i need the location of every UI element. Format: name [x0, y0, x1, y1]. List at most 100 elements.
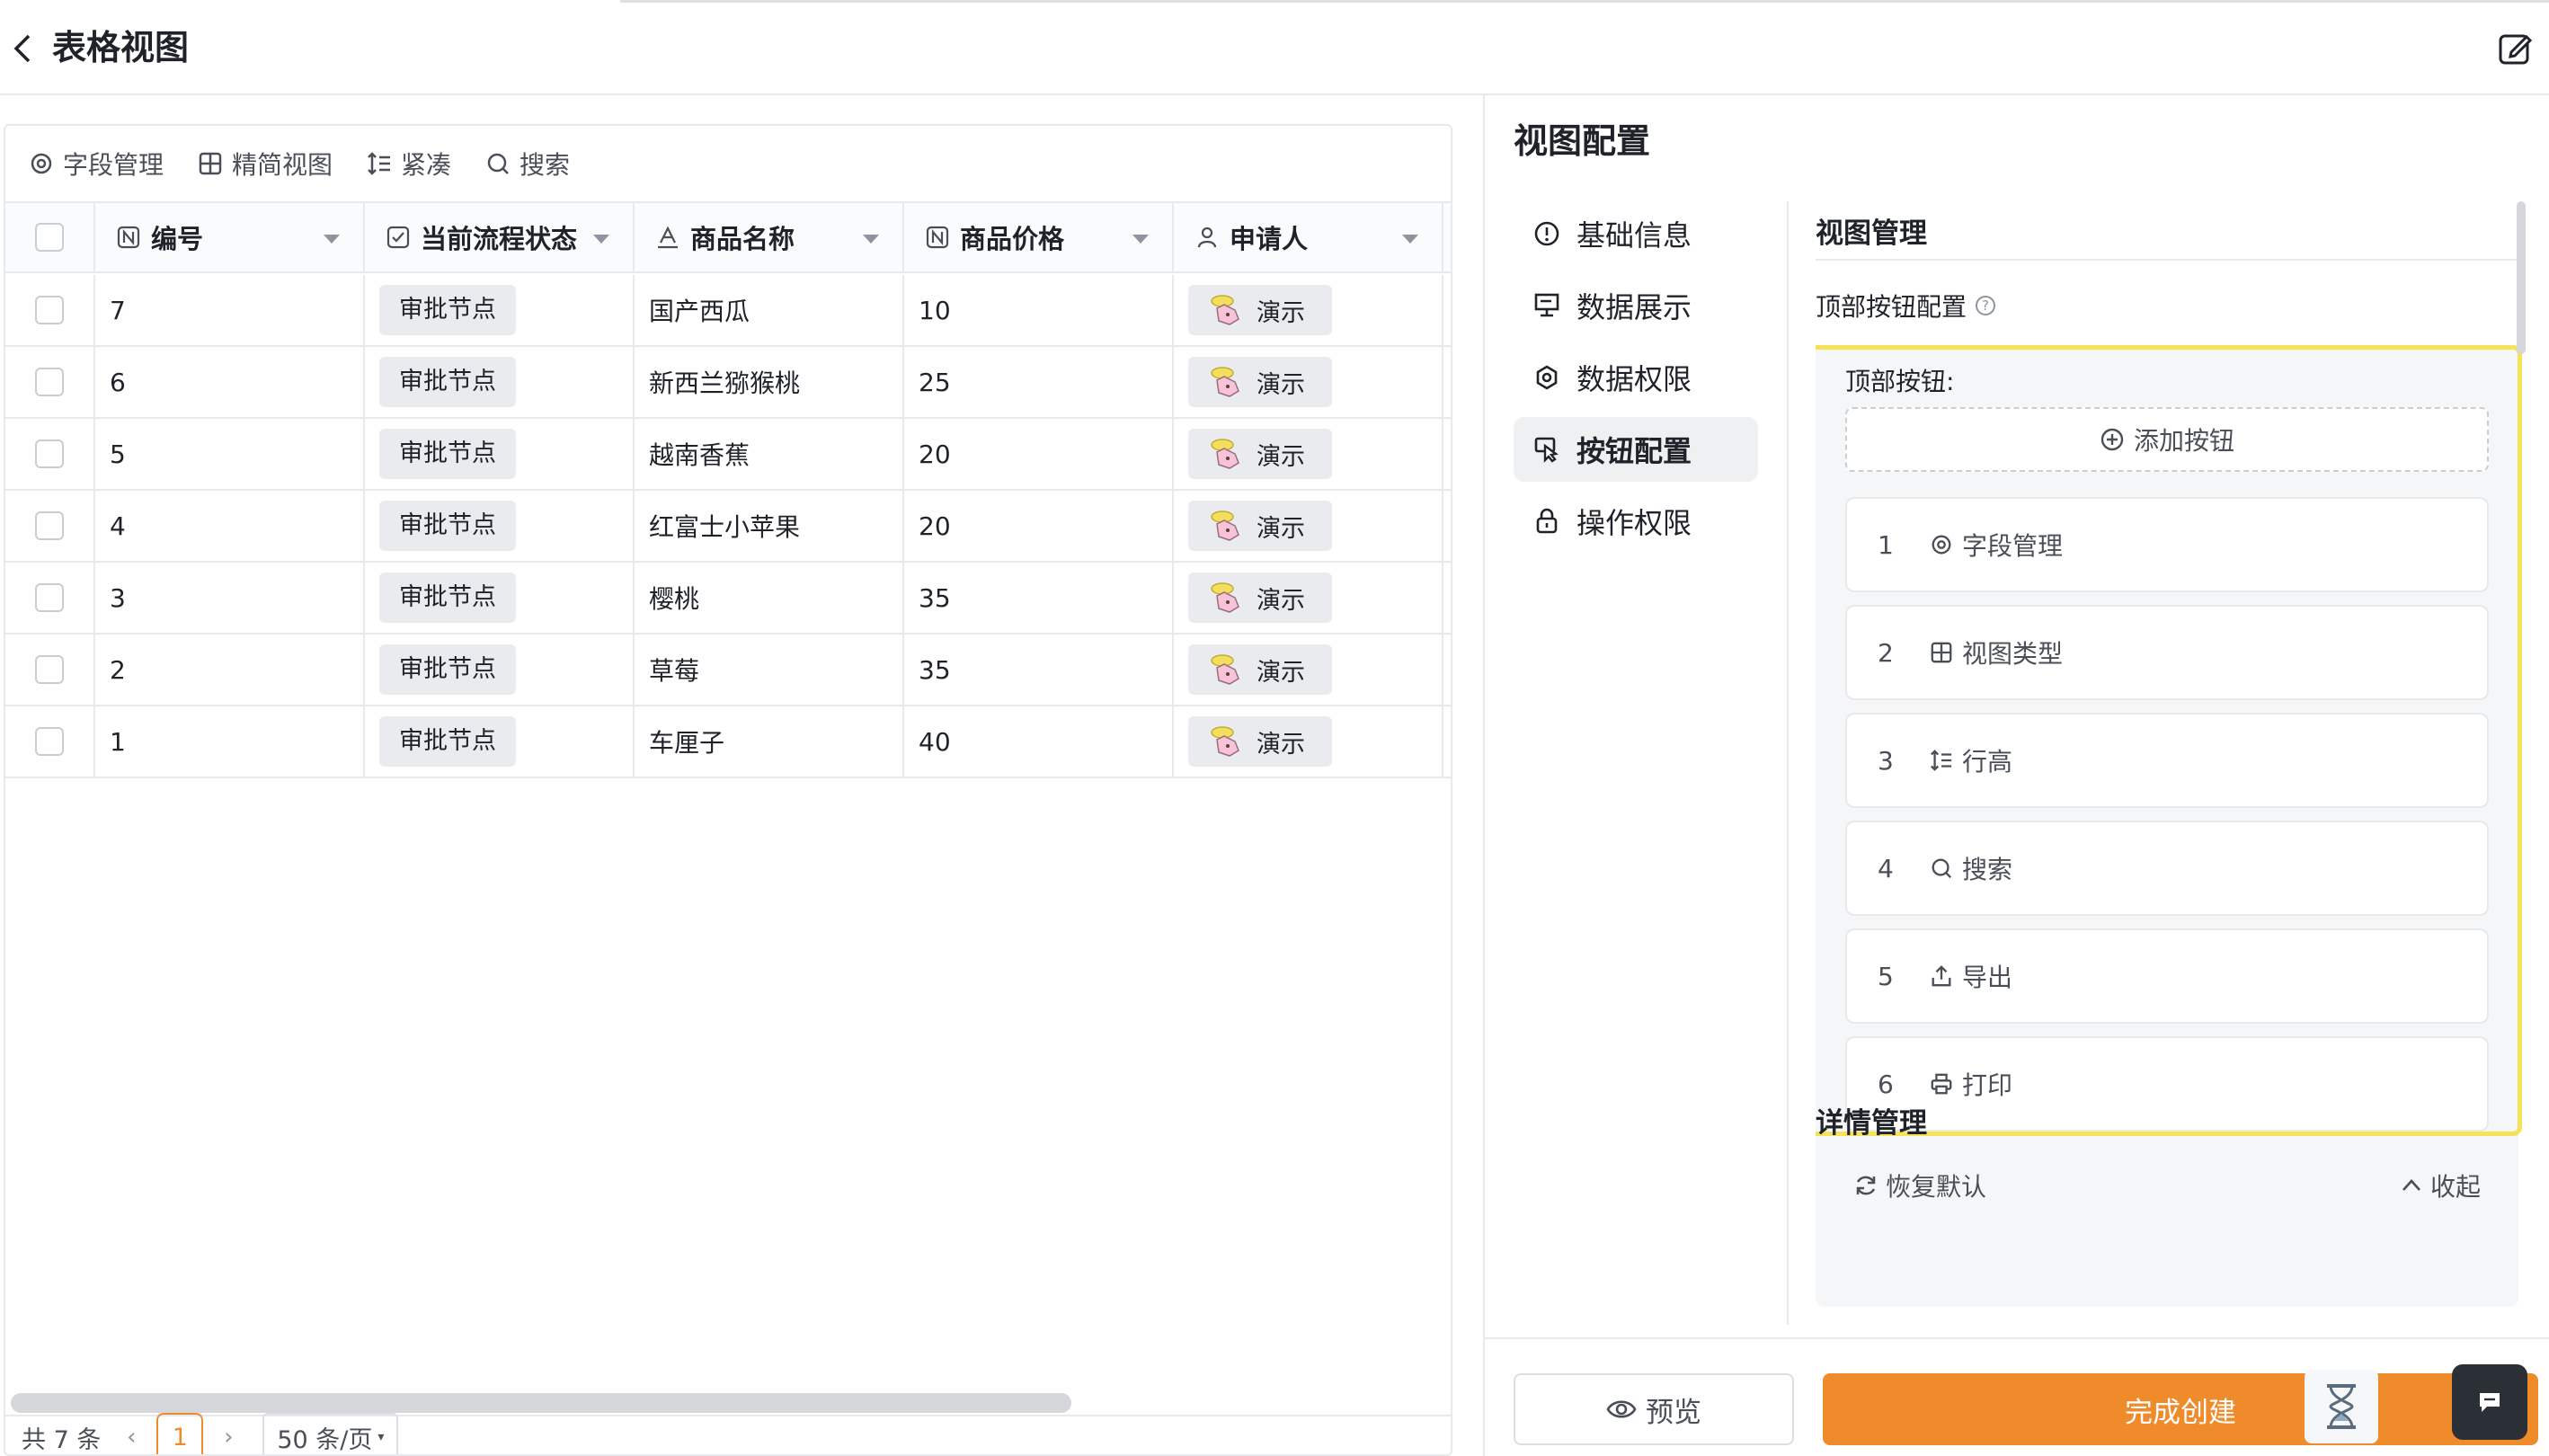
cell-price[interactable]: 10 [904, 275, 1174, 345]
cell-status[interactable]: 审批节点 [365, 275, 635, 345]
table-row[interactable]: 7 审批节点 国产西瓜 10 演示 [5, 275, 1451, 347]
row-checkbox[interactable] [35, 655, 64, 684]
cell-name[interactable]: 越南香蕉 [635, 419, 904, 489]
table-row[interactable]: 4 审批节点 红富士小苹果 20 演示 [5, 491, 1451, 563]
cell-applicant[interactable]: 演示 [1174, 347, 1443, 417]
table-row[interactable]: 2 审批节点 草莓 35 演示 [5, 635, 1451, 706]
nav-button-config[interactable]: 按钮配置 [1514, 417, 1758, 482]
back-icon[interactable] [9, 32, 38, 65]
header-label: 商品名称 [690, 224, 795, 254]
toolbar-search[interactable]: 搜索 [485, 146, 570, 182]
cell-applicant[interactable]: 演示 [1174, 419, 1443, 489]
cell-id[interactable]: 5 [95, 419, 365, 489]
header-applicant[interactable]: 申请人 [1174, 203, 1443, 271]
cell-price[interactable]: 25 [904, 347, 1174, 417]
button-item[interactable]: 3 行高 [1845, 713, 2489, 808]
cell-applicant[interactable]: 演示 [1174, 563, 1443, 633]
cell-name[interactable]: 国产西瓜 [635, 275, 904, 345]
cell-name[interactable]: 草莓 [635, 635, 904, 705]
cell-name[interactable]: 新西兰猕猴桃 [635, 347, 904, 417]
table-row[interactable]: 3 审批节点 樱桃 35 演示 [5, 563, 1451, 635]
collapse-button[interactable]: 收起 [2400, 1167, 2481, 1203]
applicant-chip[interactable]: 演示 [1188, 285, 1332, 335]
button-item[interactable]: 6 打印 [1845, 1036, 2489, 1132]
header-name[interactable]: 商品名称 [635, 203, 904, 271]
cell-status[interactable]: 审批节点 [365, 563, 635, 633]
chat-icon[interactable] [2452, 1364, 2527, 1440]
sort-caret-icon[interactable] [1402, 235, 1418, 244]
nav-data-permission[interactable]: 数据权限 [1514, 345, 1758, 410]
add-button[interactable]: 添加按钮 [1845, 407, 2489, 472]
cell-price[interactable]: 20 [904, 419, 1174, 489]
edit-icon[interactable] [2497, 31, 2533, 67]
prev-page-icon[interactable]: ‹ [119, 1419, 144, 1454]
preview-button[interactable]: 预览 [1514, 1373, 1794, 1445]
cell-price[interactable]: 40 [904, 706, 1174, 777]
row-checkbox[interactable] [35, 296, 64, 324]
cell-applicant[interactable]: 演示 [1174, 275, 1443, 345]
header-id[interactable]: 编号 [95, 203, 365, 271]
cell-status[interactable]: 审批节点 [365, 419, 635, 489]
select-all-checkbox[interactable] [35, 223, 64, 252]
nav-basic-info[interactable]: 基础信息 [1514, 201, 1758, 266]
applicant-chip[interactable]: 演示 [1188, 501, 1332, 551]
cell-name[interactable]: 车厘子 [635, 706, 904, 777]
help-icon[interactable]: ? [1976, 296, 1996, 315]
page-size-select[interactable]: 50 条/页 ▾ [262, 1413, 399, 1454]
cell-price[interactable]: 35 [904, 563, 1174, 633]
row-checkbox[interactable] [35, 511, 64, 540]
cell-applicant[interactable]: 演示 [1174, 635, 1443, 705]
table-row[interactable]: 6 审批节点 新西兰猕猴桃 25 演示 [5, 347, 1451, 419]
cell-id[interactable]: 1 [95, 706, 365, 777]
sort-caret-icon[interactable] [863, 235, 879, 244]
button-item[interactable]: 4 搜索 [1845, 821, 2489, 916]
cell-id[interactable]: 7 [95, 275, 365, 345]
table-row[interactable]: 1 审批节点 车厘子 40 演示 [5, 706, 1451, 778]
cell-name[interactable]: 红富士小苹果 [635, 491, 904, 561]
toolbar-field-manage[interactable]: 字段管理 [29, 146, 164, 182]
toolbar-compact-view[interactable]: 精简视图 [198, 146, 333, 182]
cell-price[interactable]: 20 [904, 491, 1174, 561]
header-price[interactable]: 商品价格 [904, 203, 1174, 271]
table-row[interactable]: 5 审批节点 越南香蕉 20 演示 [5, 419, 1451, 491]
applicant-chip[interactable]: 演示 [1188, 357, 1332, 407]
nav-operation-permission[interactable]: 操作权限 [1514, 489, 1758, 554]
cell-applicant[interactable]: 演示 [1174, 491, 1443, 561]
next-page-icon[interactable]: › [216, 1419, 241, 1454]
cell-id[interactable]: 4 [95, 491, 365, 561]
applicant-chip[interactable]: 演示 [1188, 573, 1332, 623]
applicant-chip[interactable]: 演示 [1188, 716, 1332, 767]
cell-applicant[interactable]: 演示 [1174, 706, 1443, 777]
hourglass-icon[interactable] [2305, 1370, 2378, 1443]
button-item[interactable]: 1 字段管理 [1845, 497, 2489, 592]
avatar-icon [1211, 582, 1239, 613]
row-checkbox[interactable] [35, 368, 64, 396]
sort-caret-icon[interactable] [324, 235, 340, 244]
cell-status[interactable]: 审批节点 [365, 635, 635, 705]
cell-id[interactable]: 6 [95, 347, 365, 417]
toolbar-row-height[interactable]: 紧凑 [367, 146, 451, 182]
panel-scrollbar[interactable] [2517, 201, 2526, 354]
cell-status[interactable]: 审批节点 [365, 347, 635, 417]
button-item[interactable]: 5 导出 [1845, 928, 2489, 1024]
sort-caret-icon[interactable] [1132, 235, 1149, 244]
cell-name[interactable]: 樱桃 [635, 563, 904, 633]
button-item[interactable]: 2 视图类型 [1845, 605, 2489, 700]
cell-id[interactable]: 3 [95, 563, 365, 633]
header-status[interactable]: 当前流程状态 [365, 203, 635, 271]
cell-status[interactable]: 审批节点 [365, 706, 635, 777]
row-checkbox[interactable] [35, 583, 64, 612]
finish-create-button[interactable]: 完成创建 [1823, 1373, 2538, 1445]
row-checkbox[interactable] [35, 727, 64, 756]
cell-price[interactable]: 35 [904, 635, 1174, 705]
cell-id[interactable]: 2 [95, 635, 365, 705]
row-checkbox[interactable] [35, 439, 64, 468]
applicant-chip[interactable]: 演示 [1188, 429, 1332, 479]
reset-default-button[interactable]: 恢复默认 [1853, 1167, 1986, 1203]
current-page[interactable]: 1 [156, 1413, 204, 1454]
horizontal-scrollbar[interactable] [11, 1393, 1071, 1413]
sort-caret-icon[interactable] [593, 235, 609, 244]
nav-data-display[interactable]: 数据展示 [1514, 273, 1758, 338]
cell-status[interactable]: 审批节点 [365, 491, 635, 561]
applicant-chip[interactable]: 演示 [1188, 644, 1332, 695]
